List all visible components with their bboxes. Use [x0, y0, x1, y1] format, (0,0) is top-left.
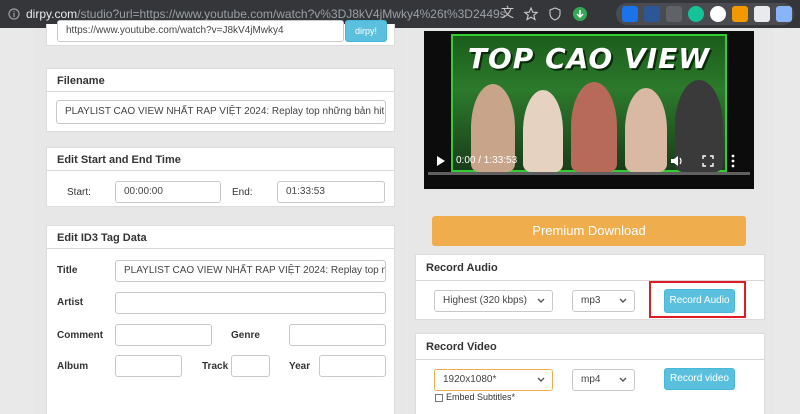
- album-label: Album: [57, 361, 89, 372]
- divider: [416, 359, 764, 360]
- chevron-down-icon: [619, 377, 627, 382]
- year-input[interactable]: [319, 355, 386, 377]
- performer-figure: [571, 82, 617, 172]
- comment-input[interactable]: [115, 324, 212, 346]
- ext-orange-icon[interactable]: [732, 6, 748, 22]
- title-label: Title: [57, 265, 78, 276]
- ext-card-icon[interactable]: [644, 6, 660, 22]
- chevron-down-icon: [619, 298, 627, 303]
- artist-label: Artist: [57, 297, 84, 308]
- star-icon[interactable]: [524, 7, 538, 21]
- url-text[interactable]: dirpy.com/studio?url=https://www.youtube…: [26, 7, 506, 21]
- end-label: End:: [232, 187, 253, 198]
- performer-figure: [625, 88, 667, 172]
- site-info-icon[interactable]: [8, 8, 20, 20]
- video-format-select[interactable]: mp4: [572, 369, 635, 391]
- download-icon[interactable]: [572, 6, 588, 22]
- genre-input[interactable]: [289, 324, 386, 346]
- performer-figure: [523, 90, 563, 172]
- artist-input[interactable]: [115, 292, 386, 314]
- gear-icon[interactable]: [710, 6, 726, 22]
- filename-input[interactable]: PLAYLIST CAO VIEW NHẤT RAP VIỆT 2024: Re…: [56, 100, 386, 124]
- more-options-icon[interactable]: [730, 154, 736, 168]
- right-column: TOP CAO VIEW 0:00 / 1:33:53 Premium Down…: [408, 28, 773, 414]
- record-video-button[interactable]: Record video: [664, 368, 735, 390]
- fullscreen-icon[interactable]: [702, 155, 714, 167]
- time-panel: Edit Start and End Time Start: 00:00:00 …: [46, 147, 395, 207]
- ext-blue-drop-icon[interactable]: [622, 6, 638, 22]
- play-icon[interactable]: [436, 155, 446, 167]
- url-panel: https://www.youtube.com/watch?v=J8kV4jMw…: [46, 20, 395, 46]
- video-thumbnail: TOP CAO VIEW: [451, 34, 727, 172]
- end-time-input[interactable]: 01:33:53: [277, 181, 385, 203]
- ext-gray-icon[interactable]: [666, 6, 682, 22]
- title-input[interactable]: PLAYLIST CAO VIEW NHẤT RAP VIỆT 2024: Re…: [115, 260, 386, 282]
- time-title: Edit Start and End Time: [57, 154, 181, 166]
- video-time: 0:00 / 1:33:53: [456, 155, 518, 166]
- video-resolution-select[interactable]: 1920x1080*: [434, 369, 553, 391]
- start-label: Start:: [67, 187, 91, 198]
- shield-icon[interactable]: [548, 7, 562, 21]
- video-player[interactable]: TOP CAO VIEW 0:00 / 1:33:53: [424, 31, 754, 189]
- chevron-down-icon: [537, 298, 545, 303]
- embed-subtitles-label: Embed Subtitles*: [446, 392, 516, 402]
- left-column: https://www.youtube.com/watch?v=J8kV4jMw…: [34, 20, 406, 414]
- record-video-panel: Record Video 1920x1080* mp4 Record video…: [415, 333, 765, 414]
- grammarly-icon[interactable]: [688, 6, 704, 22]
- divider: [47, 170, 394, 171]
- track-label: Track: [202, 361, 229, 372]
- divider: [47, 248, 394, 249]
- divider: [47, 91, 394, 92]
- album-input[interactable]: [115, 355, 182, 377]
- record-video-title: Record Video: [426, 341, 497, 353]
- embed-subtitles-checkbox[interactable]: [435, 394, 443, 402]
- start-time-input[interactable]: 00:00:00: [115, 181, 221, 203]
- youtube-url-input[interactable]: https://www.youtube.com/watch?v=J8kV4jMw…: [57, 20, 344, 42]
- id3-title: Edit ID3 Tag Data: [57, 232, 147, 244]
- record-audio-title: Record Audio: [426, 262, 498, 274]
- chevron-down-icon: [537, 377, 545, 382]
- year-label: Year: [289, 361, 311, 372]
- highlight-box: [649, 281, 746, 318]
- window-icon[interactable]: [754, 6, 770, 22]
- translate-icon[interactable]: 文: [501, 5, 514, 21]
- genre-label: Genre: [231, 330, 260, 341]
- dirpy-button[interactable]: dirpy!: [345, 20, 387, 42]
- filename-panel: Filename PLAYLIST CAO VIEW NHẤT RAP VIỆT…: [46, 68, 395, 132]
- track-input[interactable]: [231, 355, 270, 377]
- video-format-value: mp4: [581, 374, 601, 385]
- premium-download-button[interactable]: Premium Download: [432, 216, 746, 246]
- audio-format-select[interactable]: mp3: [572, 290, 635, 312]
- grid-icon[interactable]: [776, 6, 792, 22]
- audio-format-value: mp3: [581, 295, 601, 306]
- comment-label: Comment: [57, 330, 104, 341]
- audio-quality-value: Highest (320 kbps): [443, 295, 527, 306]
- id3-panel: Edit ID3 Tag Data Title PLAYLIST CAO VIE…: [46, 225, 395, 414]
- thumbnail-title: TOP CAO VIEW: [467, 42, 711, 75]
- video-progress-bar[interactable]: [428, 172, 750, 175]
- filename-title: Filename: [57, 75, 105, 87]
- volume-icon[interactable]: [670, 154, 684, 168]
- audio-quality-select[interactable]: Highest (320 kbps): [434, 290, 553, 312]
- video-resolution-value: 1920x1080*: [443, 374, 497, 385]
